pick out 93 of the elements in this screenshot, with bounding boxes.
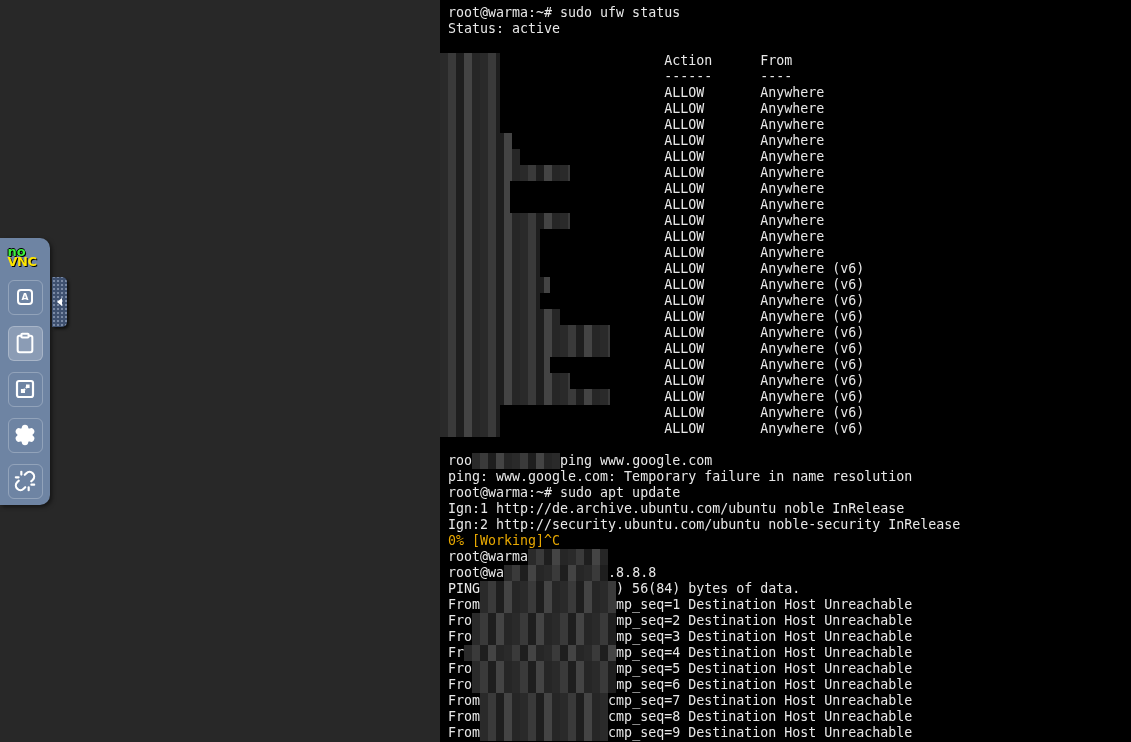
table-cell: Anywhere (v6) [760, 405, 865, 420]
terminal-line: Fr [448, 645, 464, 661]
terminal-line: root@warma:~# sudo ufw status [448, 5, 681, 21]
terminal-line: root@warma [448, 549, 529, 565]
terminal-line: cmp_seq=8 Destination Host Unreachable [608, 709, 913, 725]
table-cell: Anywhere [760, 133, 825, 148]
collapse-arrow-icon [57, 297, 62, 306]
logo-text: no [7, 246, 26, 257]
table-cell: Anywhere (v6) [760, 341, 865, 356]
terminal-line: Fro [448, 677, 473, 693]
terminal-line: roo [448, 453, 473, 469]
table-cell: ALLOW [664, 245, 705, 260]
table-cell: ALLOW [664, 277, 705, 292]
table-cell: Anywhere [760, 229, 825, 244]
terminal-line: Fro [448, 661, 473, 677]
terminal-line: .8.8.8 [608, 565, 657, 581]
table-cell: ALLOW [664, 149, 705, 164]
table-cell: Anywhere (v6) [760, 277, 865, 292]
table-cell: Anywhere (v6) [760, 309, 865, 324]
terminal-line: Fro [448, 613, 473, 629]
sidebar-handle[interactable] [52, 276, 67, 327]
terminal-line: Ign:2 http://security.ubuntu.com/ubuntu noble-security InRelease [448, 517, 961, 533]
terminal-line: ping: www.google.com: Temporary failure in name resolution [448, 469, 913, 485]
table-cell: ALLOW [664, 213, 705, 228]
table-cell: ALLOW [664, 309, 705, 324]
terminal-line: Fro [448, 629, 473, 645]
settings-button[interactable] [7, 417, 43, 453]
table-cell: ALLOW [664, 181, 705, 196]
keyboard-button[interactable]: A [7, 279, 43, 315]
table-cell: Anywhere [760, 117, 825, 132]
table-cell: ALLOW [664, 165, 705, 180]
clipboard-icon [14, 332, 36, 354]
table-cell: ALLOW [664, 325, 705, 340]
table-cell: ALLOW [664, 117, 705, 132]
table-cell: Anywhere [760, 213, 825, 228]
column-header: From [760, 53, 793, 68]
table-cell: Anywhere (v6) [760, 261, 865, 276]
terminal-line: root@wa [448, 565, 505, 581]
terminal-line: cmp_seq=7 Destination Host Unreachable [608, 693, 913, 709]
disconnect-button[interactable] [7, 463, 43, 499]
table-cell: ALLOW [664, 229, 705, 244]
table-cell: Anywhere [760, 165, 825, 180]
terminal-line: From [448, 597, 481, 613]
table-cell: ALLOW [664, 261, 705, 276]
terminal-line: root@warma:~# sudo apt update [448, 485, 681, 501]
resize-icon [15, 379, 35, 399]
terminal-line: mp_seq=4 Destination Host Unreachable [616, 645, 913, 661]
table-cell: Anywhere [760, 197, 825, 212]
terminal-line: ping www.google.com [560, 453, 713, 469]
terminal-line: ) 56(84) bytes of data. [616, 581, 801, 597]
table-cell: Anywhere (v6) [760, 389, 865, 404]
table-cell: ALLOW [664, 389, 705, 404]
table-cell: Anywhere [760, 181, 825, 196]
table-cell: ALLOW [664, 373, 705, 388]
table-cell: Anywhere (v6) [760, 421, 865, 436]
terminal-line: From [448, 725, 481, 741]
table-cell: ALLOW [664, 293, 705, 308]
table-cell: ALLOW [664, 341, 705, 356]
terminal-line: mp_seq=3 Destination Host Unreachable [616, 629, 913, 645]
table-cell: Anywhere (v6) [760, 293, 865, 308]
table-cell: Anywhere (v6) [760, 357, 865, 372]
keyboard-icon: A [17, 289, 33, 305]
table-cell: Anywhere (v6) [760, 325, 865, 340]
table-cell: ALLOW [664, 357, 705, 372]
terminal-line: mp_seq=6 Destination Host Unreachable [616, 677, 913, 693]
terminal-line: mp_seq=2 Destination Host Unreachable [616, 613, 913, 629]
terminal-line: cmp_seq=9 Destination Host Unreachable [608, 725, 913, 741]
table-cell: Anywhere [760, 245, 825, 260]
terminal-line: PING [448, 581, 481, 597]
broken-link-icon [14, 470, 36, 492]
table-cell: Anywhere [760, 149, 825, 164]
table-cell: ALLOW [664, 405, 705, 420]
terminal-line: Ign:1 http://de.archive.ubuntu.com/ubuntu noble InRelease [448, 501, 905, 517]
terminal-line: mp_seq=5 Destination Host Unreachable [616, 661, 913, 677]
table-cell: ALLOW [664, 101, 705, 116]
terminal-line: mp_seq=1 Destination Host Unreachable [616, 597, 913, 613]
terminal-line: From [448, 709, 481, 725]
terminal-line: Status: active [448, 21, 561, 37]
clipboard-button[interactable] [7, 325, 43, 361]
table-cell: ALLOW [664, 133, 705, 148]
table-cell: ALLOW [664, 421, 705, 436]
table-cell: ALLOW [664, 197, 705, 212]
fullscreen-button[interactable] [7, 371, 43, 407]
logo-text: VNC [7, 256, 37, 267]
terminal-line: From [448, 693, 481, 709]
terminal-line: 0% [Working]^C [448, 533, 561, 549]
table-cell: Anywhere [760, 101, 825, 116]
table-cell: Anywhere [760, 85, 825, 100]
table-cell: Anywhere (v6) [760, 373, 865, 388]
separator-text: ------ [664, 69, 713, 84]
separator-text: ---- [760, 69, 793, 84]
column-header: Action [664, 53, 713, 68]
table-cell: ALLOW [664, 85, 705, 100]
